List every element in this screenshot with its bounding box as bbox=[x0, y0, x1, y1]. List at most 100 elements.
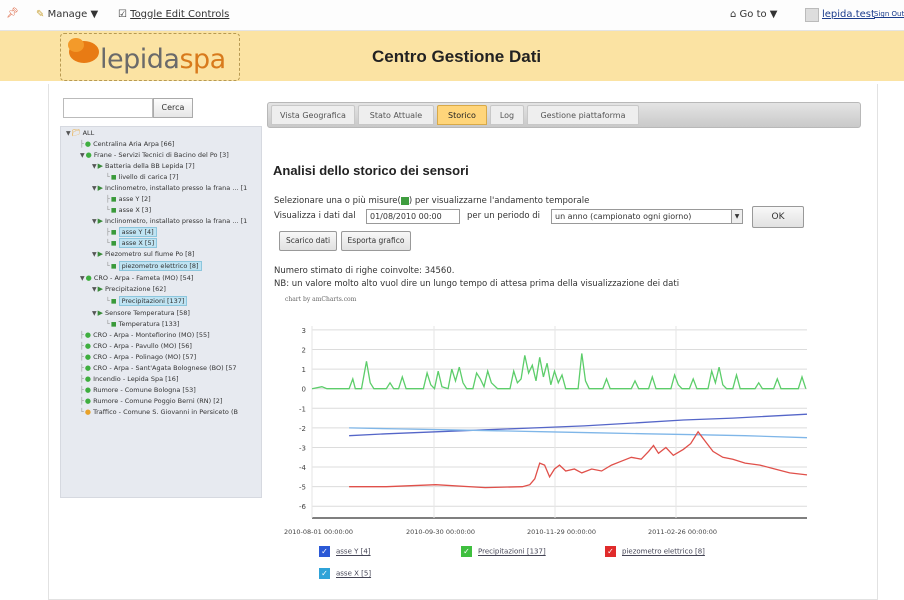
y-tick-label: 2 bbox=[302, 347, 306, 355]
period-select[interactable]: un anno (campionato ogni giorno) ▼ bbox=[551, 209, 743, 224]
sensor-icon: ▶ bbox=[97, 250, 104, 258]
tree-node[interactable]: ▼▶ Precipitazione [62] bbox=[92, 285, 166, 293]
measure-icon: ■ bbox=[110, 298, 117, 305]
tree-leaf[interactable]: └■ asse X [3] bbox=[106, 206, 151, 214]
measure-icon: ■ bbox=[110, 263, 117, 270]
tree-node[interactable]: └● Traffico - Comune S. Giovanni in Pers… bbox=[80, 408, 238, 416]
measure-icon: ■ bbox=[110, 229, 117, 236]
sensor-icon: ▶ bbox=[97, 162, 104, 170]
tab-stato-attuale[interactable]: Stato Attuale bbox=[358, 105, 434, 125]
section-heading: Analisi dello storico dei sensori bbox=[273, 163, 469, 178]
tree-node[interactable]: ├● Rumore - Comune Bologna [53] bbox=[80, 386, 196, 394]
legend-precipitazioni[interactable]: ✓ Precipitazioni [137] bbox=[461, 546, 546, 557]
tree-node[interactable]: ▼● Frane - Servizi Tecnici di Bacino del… bbox=[80, 151, 229, 159]
search-input[interactable] bbox=[63, 98, 153, 118]
pencil-icon: ✎ bbox=[36, 9, 45, 20]
export-chart-button[interactable]: Esporta grafico bbox=[341, 231, 411, 251]
tree-node[interactable]: ▼▶ Inclinometro, installato presso la fra… bbox=[92, 184, 247, 192]
search-button[interactable]: Cerca bbox=[153, 98, 193, 118]
tree-node[interactable]: ├● CRO - Arpa - Sant'Agata Bolognese (BO… bbox=[80, 364, 237, 372]
tree-node[interactable]: ▼▶ Inclinometro, installato presso la fra… bbox=[92, 217, 247, 225]
tab-storico[interactable]: Storico bbox=[437, 105, 487, 125]
ok-button[interactable]: OK bbox=[752, 206, 804, 228]
tree-leaf[interactable]: └■ livello di carica [7] bbox=[106, 173, 179, 181]
date-from-input[interactable]: 01/08/2010 00:00 bbox=[366, 209, 460, 224]
tab-vista-geografica[interactable]: Vista Geografica bbox=[271, 105, 355, 125]
tree-node[interactable]: ├● CRO - Arpa - Polinago (MO) [57] bbox=[80, 353, 196, 361]
tree-node[interactable]: ├● Incendio - Lepida Spa [16] bbox=[80, 375, 178, 383]
user-link[interactable]: lepida.test bbox=[822, 9, 875, 20]
station-icon: ● bbox=[84, 331, 92, 339]
tree-leaf-selected[interactable]: ├■ asse Y [4] bbox=[106, 227, 157, 237]
download-data-button[interactable]: Scarico dati bbox=[279, 231, 337, 251]
legend-asse-x[interactable]: ✓ asse X [5] bbox=[319, 568, 371, 579]
collapse-icon: ▼ bbox=[92, 251, 97, 258]
check-icon: ✓ bbox=[605, 546, 616, 557]
avatar bbox=[805, 8, 819, 22]
tree-leaf[interactable]: ├■ asse Y [2] bbox=[106, 195, 151, 203]
collapse-icon: ▼ bbox=[92, 163, 97, 170]
tree-leaf[interactable]: └■ Temperatura [133] bbox=[106, 320, 179, 328]
sensor-icon: ▶ bbox=[97, 217, 104, 225]
x-tick-label: 2010-08-01 00:00:00 bbox=[284, 528, 353, 536]
x-tick-label: 2011-02-26 00:00:00 bbox=[648, 528, 717, 536]
station-icon: ● bbox=[84, 375, 92, 383]
chart-credit[interactable]: chart by amCharts.com bbox=[285, 296, 356, 303]
tab-log[interactable]: Log bbox=[490, 105, 524, 125]
measure-icon: ■ bbox=[110, 240, 117, 247]
tree-node-all[interactable]: ▼📁︎ ALL bbox=[66, 129, 94, 137]
tree-node[interactable]: ▼▶ Sensore Temperatura [58] bbox=[92, 309, 190, 317]
tree-leaf-selected[interactable]: └■ piezometro elettrico [8] bbox=[106, 261, 202, 271]
tree-node[interactable]: ├● Rumore - Comune Poggio Berni (RN) [2] bbox=[80, 397, 222, 405]
date-from-label: Visualizza i dati dal bbox=[274, 211, 356, 221]
legend-asse-y[interactable]: ✓ asse Y [4] bbox=[319, 546, 371, 557]
y-tick-label: -1 bbox=[299, 405, 306, 413]
station-icon: ● bbox=[85, 151, 92, 159]
pin-icon[interactable]: 📌︎ bbox=[6, 8, 19, 19]
x-axis: 2010-08-01 00:00:00 2010-09-30 00:00:00 20… bbox=[284, 528, 717, 536]
manage-menu[interactable]: ✎ Manage ▼ bbox=[36, 9, 98, 20]
collapse-icon: ▼ bbox=[92, 310, 97, 317]
logo[interactable]: lepidaspa bbox=[100, 44, 226, 75]
chart-grid bbox=[311, 326, 807, 519]
station-warning-icon: ● bbox=[84, 408, 92, 416]
measure-icon: ■ bbox=[110, 174, 117, 181]
sensor-icon: ▶ bbox=[97, 309, 104, 317]
toggle-edit-controls[interactable]: ☑ Toggle Edit Controls bbox=[118, 9, 229, 20]
station-icon: ● bbox=[84, 342, 92, 350]
sensor-icon: ▶ bbox=[97, 285, 104, 293]
series-line bbox=[349, 430, 808, 489]
measure-icon: ■ bbox=[110, 196, 117, 203]
tree-node[interactable]: ▼▶ Batteria della BB Lepida [7] bbox=[92, 162, 195, 170]
period-label: per un periodo di bbox=[467, 211, 541, 221]
signout-link[interactable]: Sign Out bbox=[874, 10, 904, 18]
rows-estimate: Numero stimato di righe coinvolte: 34560… bbox=[274, 266, 455, 276]
collapse-icon: ▼ bbox=[92, 286, 97, 293]
tree-leaf-selected[interactable]: └■ asse X [5] bbox=[106, 238, 158, 248]
series-line bbox=[311, 353, 807, 391]
station-icon: ● bbox=[85, 274, 92, 282]
y-tick-label: 1 bbox=[302, 366, 306, 374]
station-icon: ● bbox=[84, 386, 92, 394]
measure-icon: ■ bbox=[110, 321, 117, 328]
goto-menu[interactable]: ⌂ Go to ▼ bbox=[730, 9, 778, 20]
tree-node[interactable]: ├● CRO - Arpa - Montefiorino (MO) [55] bbox=[80, 331, 210, 339]
y-axis: 3 2 1 0 -1 -2 -3 -4 -5 -6 bbox=[299, 327, 307, 511]
tree-node[interactable]: ▼● CRO - Arpa - Fameta (MO) [54] bbox=[80, 274, 193, 282]
history-chart[interactable]: 3210-1-2-3-4-5-6 2010-08-01 00:00:00 2010… bbox=[272, 318, 812, 543]
tree-leaf-selected[interactable]: └■ Precipitazioni [137] bbox=[106, 296, 188, 306]
tab-gestione-piattaforma[interactable]: Gestione piattaforma bbox=[527, 105, 639, 125]
check-icon: ✓ bbox=[319, 546, 330, 557]
collapse-icon: ▼ bbox=[80, 275, 85, 282]
station-icon: ● bbox=[84, 364, 92, 372]
check-icon: ✓ bbox=[319, 568, 330, 579]
y-tick-label: -4 bbox=[299, 464, 307, 472]
tree-node[interactable]: ▼▶ Piezometro sul fiume Po [8] bbox=[92, 250, 194, 258]
y-tick-label: 0 bbox=[302, 386, 306, 394]
tree-node[interactable]: ├● Centralina Aria Arpa [66] bbox=[80, 140, 174, 148]
station-icon: ● bbox=[84, 140, 92, 148]
tree-node[interactable]: ├● CRO - Arpa - Pavullo (MO) [56] bbox=[80, 342, 192, 350]
instructions: Selezionare una o più misure() per visua… bbox=[274, 196, 590, 206]
y-tick-label: -3 bbox=[299, 444, 306, 452]
legend-piezometro[interactable]: ✓ piezometro elettrico [8] bbox=[605, 546, 705, 557]
